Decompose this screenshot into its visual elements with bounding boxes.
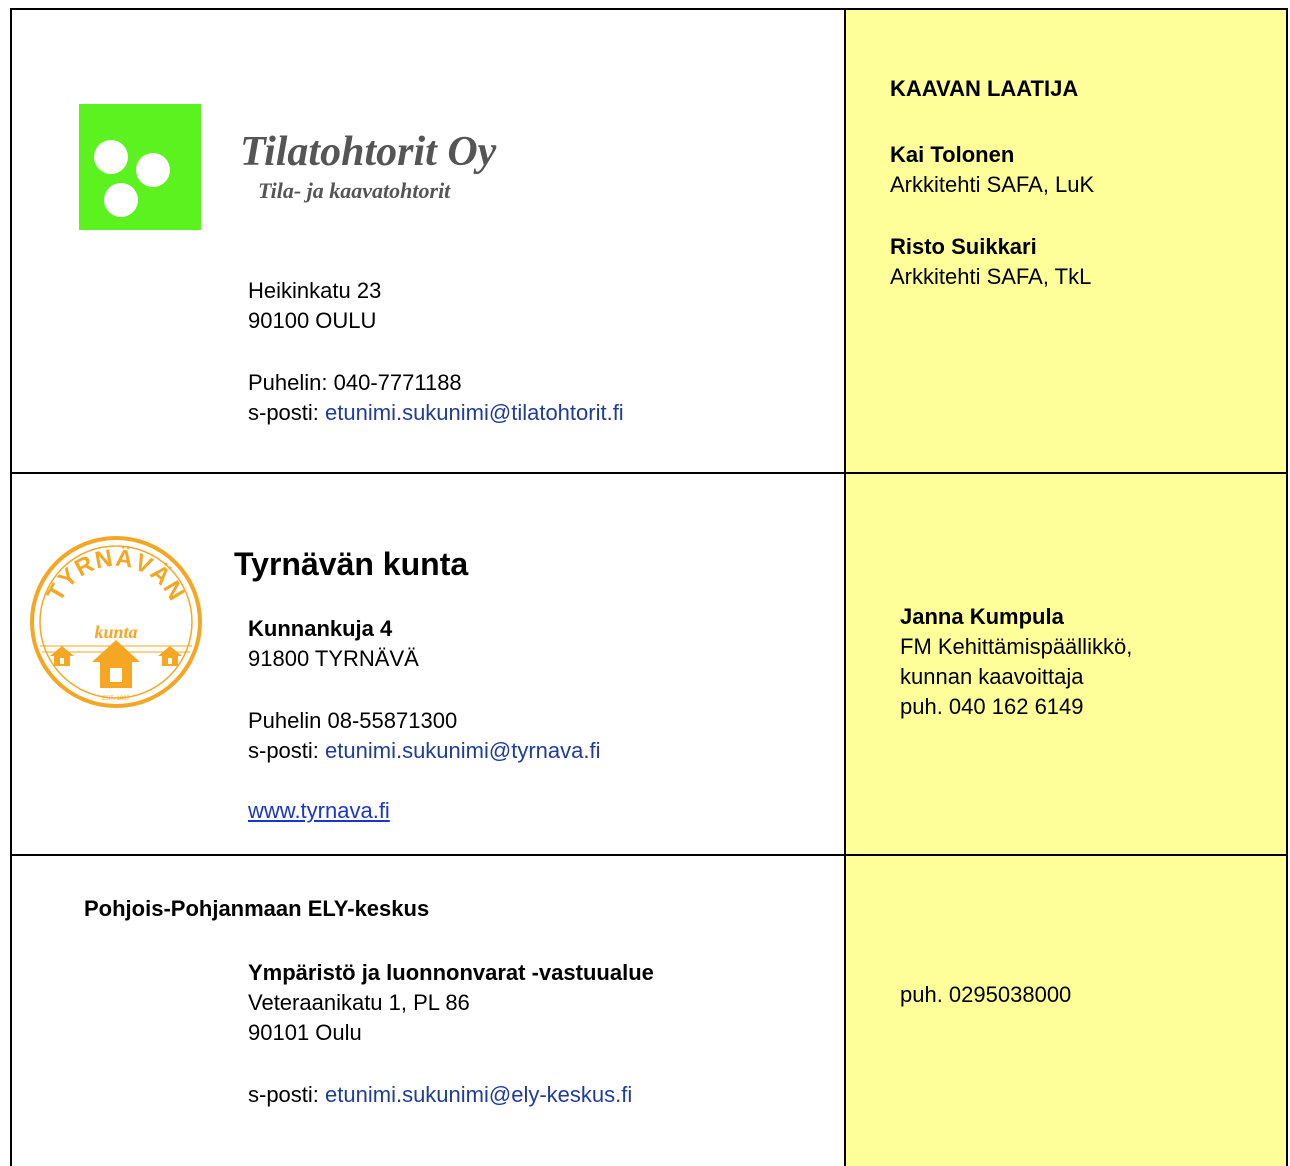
email-line: s-posti: etunimi.sukunimi@tilatohtorit.f… [248, 398, 624, 428]
logo-text-mid: kunta [94, 622, 137, 642]
phone-text: Puhelin: 040-7771188 [248, 370, 462, 395]
company-name: Tilatohtorit Oy [240, 129, 497, 175]
logo-text-est: EST. 1867 [102, 696, 130, 702]
company-subtitle: Tila- ja kaavatohtorit [258, 178, 451, 203]
ely-contact-cell: puh. 0295038000 [844, 854, 1288, 1166]
contact-name: Janna Kumpula [900, 604, 1064, 629]
author1-title: Arkkitehti SAFA, LuK [890, 172, 1095, 197]
tyrnava-phone: Puhelin 08-55871300 [248, 708, 458, 733]
tyrnava-cell: TYRNÄVÄN kunta EST. 1867 Tyrnävän kunta … [10, 472, 846, 856]
contact-phone: puh. 040 162 6149 [900, 694, 1084, 719]
author2-title: Arkkitehti SAFA, TkL [890, 264, 1092, 289]
tyrnava-title: Tyrnävän kunta [234, 546, 469, 582]
ely-street: Veteraanikatu 1, PL 86 [248, 990, 470, 1015]
address-postal: 90100 OULU [248, 308, 377, 333]
ely-unit: Ympäristö ja luonnonvarat -vastuualue [248, 960, 654, 985]
tyrnava-logo: TYRNÄVÄN kunta EST. 1867 [30, 536, 202, 708]
author1-name: Kai Tolonen [890, 142, 1015, 167]
ely-cell: Pohjois-Pohjanmaan ELY-keskus Ympäristö … [10, 854, 846, 1166]
ely-email-line: s-posti: etunimi.sukunimi@ely-keskus.fi [248, 1080, 632, 1110]
tyrnava-email-line: s-posti: etunimi.sukunimi@tyrnava.fi [248, 736, 600, 766]
tyrnava-contact-cell: Janna Kumpula FM Kehittämispäällikkö, ku… [844, 472, 1288, 856]
tyrnava-website-link[interactable]: www.tyrnava.fi [248, 796, 390, 826]
authors-cell: KAAVAN LAATIJA Kai Tolonen Arkkitehti SA… [844, 8, 1288, 474]
authors-heading: KAAVAN LAATIJA [890, 76, 1079, 101]
tyrnava-postal: 91800 TYRNÄVÄ [248, 646, 419, 671]
ely-email-link[interactable]: etunimi.sukunimi@ely-keskus.fi [325, 1082, 632, 1107]
ely-heading: Pohjois-Pohjanmaan ELY-keskus [84, 896, 430, 921]
ely-postal: 90101 Oulu [248, 1020, 362, 1045]
tyrnava-street: Kunnankuja 4 [248, 616, 393, 641]
ely-phone: puh. 0295038000 [900, 982, 1072, 1007]
author2-name: Risto Suikkari [890, 234, 1037, 259]
email-label: s-posti: [248, 400, 326, 425]
email-link[interactable]: etunimi.sukunimi@tilatohtorit.fi [325, 400, 624, 425]
tilatohtorit-cell: Tilatohtorit Oy Tila- ja kaavatohtorit H… [10, 8, 846, 474]
contact-title-line1: FM Kehittämispäällikkö, [900, 634, 1133, 659]
ely-email-label: s-posti: [248, 1082, 326, 1107]
tyrnava-email-link[interactable]: etunimi.sukunimi@tyrnava.fi [325, 738, 600, 763]
tyrnava-email-label: s-posti: [248, 738, 326, 763]
tilatohtorit-logo [79, 104, 201, 230]
contact-title-line2: kunnan kaavoittaja [900, 664, 1084, 689]
address-street: Heikinkatu 23 [248, 278, 382, 303]
contact-table: Tilatohtorit Oy Tila- ja kaavatohtorit H… [10, 8, 1288, 1166]
